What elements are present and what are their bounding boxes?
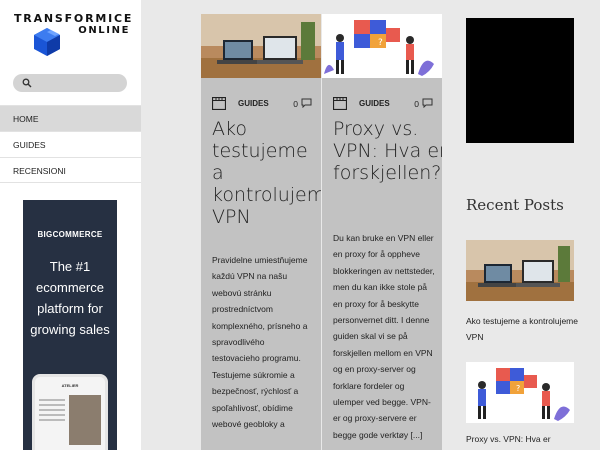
post-card[interactable]: ? GUIDES 0 Proxy vs. VPN: Hva er forskje… — [322, 14, 442, 450]
left-sidebar: TRANSFORMICE ONLINE HOME GUIDES RECENSIO… — [0, 0, 141, 450]
post-title[interactable]: Proxy vs. VPN: Hva er forskjellen? — [333, 118, 442, 184]
nav-item-recensioni[interactable]: RECENSIONI — [0, 157, 141, 183]
ad-headline: The #1 ecommerce platform for growing sa… — [30, 259, 110, 337]
post-meta: GUIDES 0 — [333, 97, 433, 111]
recent-post-link[interactable]: Proxy vs. VPN: Hva er — [466, 431, 586, 447]
comment-icon[interactable] — [422, 98, 433, 108]
laptop-photo-image[interactable] — [201, 14, 321, 78]
bigcommerce-ad[interactable]: BIGCOMMERCE The #1 ecommerce platform fo… — [23, 200, 117, 450]
logo-text-line1: TRANSFORMICE — [14, 12, 134, 25]
recent-post-thumbnail[interactable] — [466, 240, 574, 301]
ad-placeholder[interactable] — [466, 18, 574, 143]
ad-brand-prefix: BIG — [37, 230, 53, 239]
category-grid-icon — [212, 97, 226, 110]
svg-text:?: ? — [516, 384, 520, 393]
logo-text-line2: ONLINE — [78, 25, 130, 36]
post-excerpt: Pravidelne umiestňujeme každú VPN na naš… — [212, 255, 308, 430]
post-meta: GUIDES 0 — [212, 97, 312, 111]
ad-brand-rest: COMMERCE — [52, 230, 103, 239]
ad-phone-photo — [69, 395, 101, 445]
svg-text:?: ? — [378, 38, 383, 48]
post-category-link[interactable]: GUIDES — [359, 99, 390, 108]
post-category-link[interactable]: GUIDES — [238, 99, 269, 108]
post-excerpt: Du kan bruke en VPN eller en proxy for å… — [333, 233, 435, 440]
site-logo[interactable]: TRANSFORMICE ONLINE — [14, 12, 134, 64]
ad-brand-logo: BIGCOMMERCE — [23, 230, 117, 239]
search-input[interactable] — [13, 74, 127, 92]
recent-posts-heading: Recent Posts — [466, 196, 564, 214]
ad-phone-label: ATELIER — [61, 383, 79, 388]
post-title[interactable]: Ako testujeme a kontrolujeme VPN — [212, 118, 321, 228]
category-grid-icon — [333, 97, 347, 110]
comment-count[interactable]: 0 — [414, 99, 419, 109]
nav-item-home[interactable]: HOME — [0, 105, 141, 131]
search-icon — [22, 78, 32, 88]
nav-item-guides[interactable]: GUIDES — [0, 131, 141, 157]
recent-post-link[interactable]: Ako testujeme a kontrolujeme VPN — [466, 313, 586, 345]
recent-post-thumbnail[interactable]: ? — [466, 362, 574, 423]
puzzle-illustration-image[interactable]: ? — [322, 14, 442, 78]
ad-phone-mockup: ATELIER — [32, 374, 108, 450]
ad-phone-lines — [39, 399, 65, 424]
comment-icon[interactable] — [301, 98, 312, 108]
post-card[interactable]: GUIDES 0 Ako testujeme a kontrolujeme VP… — [201, 14, 321, 450]
cube-icon — [34, 28, 60, 56]
comment-count[interactable]: 0 — [293, 99, 298, 109]
main-nav: HOME GUIDES RECENSIONI — [0, 105, 141, 183]
